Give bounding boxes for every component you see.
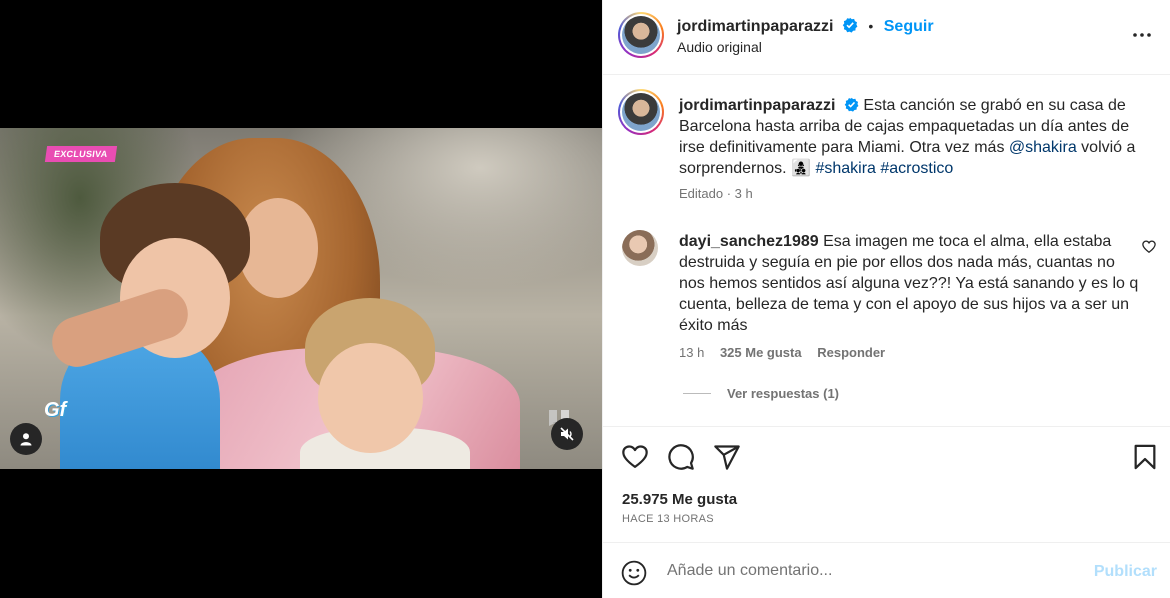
commenter-avatar[interactable] xyxy=(622,230,658,266)
caption-mention-link[interactable]: @shakira xyxy=(1009,139,1077,156)
comment-body: dayi_sanchez1989 Esa imagen me toca el a… xyxy=(679,231,1139,336)
caption-username[interactable]: jordimartinpaparazzi xyxy=(679,97,835,114)
caption-author-avatar[interactable] xyxy=(618,89,664,135)
mute-toggle-button[interactable] xyxy=(551,418,583,450)
follow-button[interactable]: Seguir xyxy=(884,18,934,35)
bookmark-icon[interactable] xyxy=(1131,443,1159,471)
separator-dot: • xyxy=(868,18,874,34)
channel-logo: Gf xyxy=(44,399,67,421)
share-icon[interactable] xyxy=(713,443,741,471)
tagged-people-button[interactable] xyxy=(10,423,42,455)
post-header: jordimartinpaparazzi • Seguir Audio orig… xyxy=(603,0,1170,75)
verified-badge-icon xyxy=(842,17,858,33)
hashtag-link[interactable]: #acrostico xyxy=(880,160,953,177)
author-line: jordimartinpaparazzi • Seguir xyxy=(677,17,934,36)
post-side-panel: jordimartinpaparazzi • Seguir Audio orig… xyxy=(602,0,1170,598)
author-avatar[interactable] xyxy=(618,12,664,58)
replies-divider xyxy=(683,393,711,394)
comment-time: 13 h xyxy=(679,345,705,360)
exclusive-badge: EXCLUSIVA xyxy=(44,146,117,162)
heart-icon[interactable] xyxy=(621,443,649,471)
video-player[interactable]: EXCLUSIVA Gf xyxy=(0,128,602,469)
comment-meta: 13 h 325 Me gusta Responder xyxy=(679,345,897,360)
post-timestamp[interactable]: HACE 13 HORAS xyxy=(622,513,714,525)
media-pane: EXCLUSIVA Gf xyxy=(0,0,602,598)
comment-like-heart-icon[interactable] xyxy=(1142,240,1156,254)
audio-label[interactable]: Audio original xyxy=(677,39,762,55)
comment-icon[interactable] xyxy=(667,443,695,471)
caption-emoji: 👩‍👧‍👦 xyxy=(791,160,811,177)
view-replies-label: Ver respuestas (1) xyxy=(727,386,840,401)
comment-input[interactable] xyxy=(667,559,1067,583)
speaker-muted-icon xyxy=(560,427,574,441)
verified-badge-icon xyxy=(844,97,859,112)
emoji-icon[interactable] xyxy=(621,560,647,586)
post-actions-bar xyxy=(603,426,1170,486)
post-caption: jordimartinpaparazzi Esta canción se gra… xyxy=(679,95,1149,179)
publish-button[interactable]: Publicar xyxy=(1094,563,1157,581)
caption-meta: Editado · 3 h xyxy=(679,186,753,201)
video-figure-boy2-face xyxy=(318,343,423,453)
comment-likes[interactable]: 325 Me gusta xyxy=(720,345,802,360)
more-options-icon[interactable] xyxy=(1131,24,1153,46)
view-replies-button[interactable]: Ver respuestas (1) xyxy=(683,386,839,401)
comment-composer: Publicar xyxy=(603,542,1170,598)
person-icon xyxy=(20,433,32,446)
author-username[interactable]: jordimartinpaparazzi xyxy=(677,18,833,35)
reply-button[interactable]: Responder xyxy=(817,345,885,360)
likes-count[interactable]: 25.975 Me gusta xyxy=(622,491,737,508)
hashtag-link[interactable]: #shakira xyxy=(815,160,875,177)
commenter-username[interactable]: dayi_sanchez1989 xyxy=(679,233,819,250)
video-figure-woman-face xyxy=(238,198,318,298)
